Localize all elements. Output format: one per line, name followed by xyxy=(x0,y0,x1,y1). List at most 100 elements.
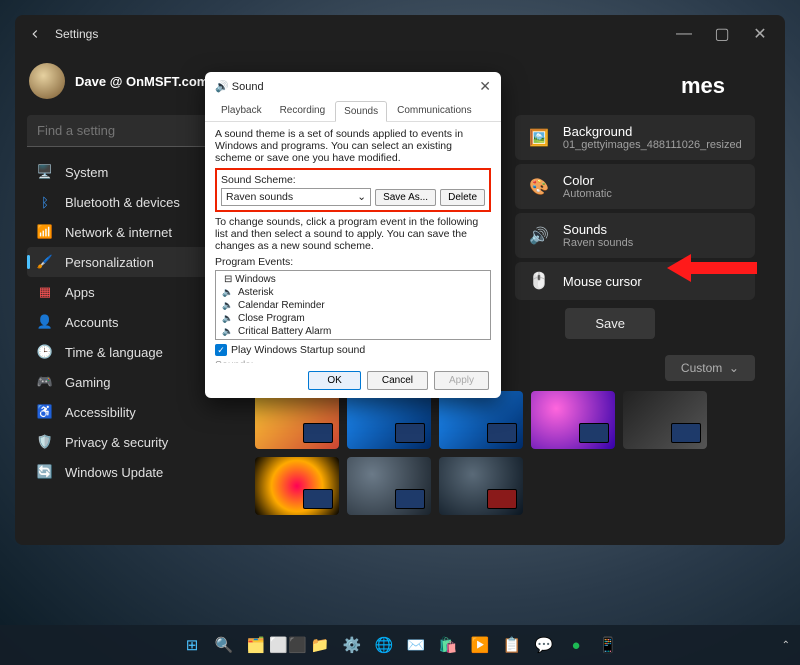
event-item[interactable]: ⊟ Windows xyxy=(218,273,488,286)
avatar xyxy=(29,63,65,99)
event-item[interactable]: Critical Stop xyxy=(218,338,488,340)
speaker-icon: 🔊 xyxy=(215,80,232,93)
edge-icon[interactable]: 🌐 xyxy=(371,632,397,658)
annotation-arrow xyxy=(667,248,757,288)
search-icon[interactable]: 🔍 xyxy=(211,632,237,658)
nav-icon: 🛡️ xyxy=(37,434,53,450)
cancel-button[interactable]: Cancel xyxy=(367,371,428,390)
tab-playback[interactable]: Playback xyxy=(213,101,270,121)
widgets-icon[interactable]: ⬜⬛ xyxy=(275,632,301,658)
theme-thumb[interactable] xyxy=(255,391,339,449)
taskview-icon[interactable]: 🗂️ xyxy=(243,632,269,658)
card-title: Color xyxy=(563,173,612,188)
sidebar-item-windows-update[interactable]: 🔄 Windows Update xyxy=(27,457,213,487)
nav-label: Windows Update xyxy=(65,465,163,480)
card-title: Sounds xyxy=(563,222,633,237)
nav-icon: 🕒 xyxy=(37,344,53,360)
taskbar: ⊞ 🔍 🗂️ ⬜⬛ 📁 ⚙️ 🌐 ✉️ 🛍️ ▶️ 📋 💬 ● 📱 ⌃ xyxy=(0,625,800,665)
maximize-button[interactable]: ▢ xyxy=(703,20,741,48)
theme-thumb[interactable] xyxy=(623,391,707,449)
nav-icon: 👤 xyxy=(37,314,53,330)
sidebar-item-time-language[interactable]: 🕒 Time & language xyxy=(27,337,213,367)
dialog-intro-text: A sound theme is a set of sounds applied… xyxy=(215,128,491,164)
nav-icon: ▦ xyxy=(37,284,53,300)
phone-icon[interactable]: 📱 xyxy=(595,632,621,658)
store-icon[interactable]: 🛍️ xyxy=(435,632,461,658)
spotify-icon[interactable]: ● xyxy=(563,632,589,658)
tab-communications[interactable]: Communications xyxy=(389,101,479,121)
sidebar-item-privacy-security[interactable]: 🛡️ Privacy & security xyxy=(27,427,213,457)
nav-icon: 🎮 xyxy=(37,374,53,390)
sidebar-item-bluetooth-devices[interactable]: ᛒ Bluetooth & devices xyxy=(27,187,213,217)
dialog-close-button[interactable]: ✕ xyxy=(479,78,491,95)
tab-sounds[interactable]: Sounds xyxy=(335,101,387,122)
startup-sound-checkbox[interactable]: ✓ Play Windows Startup sound xyxy=(215,344,491,356)
nav-label: Bluetooth & devices xyxy=(65,195,180,210)
event-item[interactable]: Critical Battery Alarm xyxy=(218,325,488,338)
dialog-title: Sound xyxy=(232,81,264,93)
card-icon: 🖱️ xyxy=(529,271,549,291)
theme-thumb[interactable] xyxy=(255,457,339,515)
event-item[interactable]: Close Program xyxy=(218,312,488,325)
settings-card-color[interactable]: 🎨ColorAutomatic xyxy=(515,164,755,209)
app-title: Settings xyxy=(49,27,98,41)
system-tray[interactable]: ⌃ xyxy=(782,640,790,651)
events-label: Program Events: xyxy=(215,256,491,268)
sidebar-item-apps[interactable]: ▦Apps xyxy=(27,277,213,307)
sidebar-item-gaming[interactable]: 🎮Gaming xyxy=(27,367,213,397)
app-icon[interactable]: 📋 xyxy=(499,632,525,658)
card-icon: 🔊 xyxy=(529,226,549,246)
app-icon[interactable]: ▶️ xyxy=(467,632,493,658)
ok-button[interactable]: OK xyxy=(308,371,360,390)
sidebar-item-personalization[interactable]: 🖌️ Personalization xyxy=(27,247,213,277)
back-button[interactable] xyxy=(21,20,49,48)
sidebar-item-network-internet[interactable]: 📶Network & internet xyxy=(27,217,213,247)
theme-thumb[interactable] xyxy=(347,457,431,515)
nav-label: Privacy & security xyxy=(65,435,168,450)
mail-icon[interactable]: ✉️ xyxy=(403,632,429,658)
start-button[interactable]: ⊞ xyxy=(179,632,205,658)
card-icon: 🖼️ xyxy=(529,128,549,148)
scheme-combo[interactable]: Raven sounds⌄ xyxy=(221,188,371,206)
settings-card-background[interactable]: 🖼️Background01_gettyimages_488111026_res… xyxy=(515,115,755,160)
settings-icon[interactable]: ⚙️ xyxy=(339,632,365,658)
nav-icon: 🔄 xyxy=(37,464,53,480)
theme-thumbnails xyxy=(255,391,755,515)
nav-label: System xyxy=(65,165,108,180)
nav-icon: ♿ xyxy=(37,404,53,420)
events-list[interactable]: ⊟ WindowsAsteriskCalendar ReminderClose … xyxy=(215,270,491,340)
nav-icon: 🖌️ xyxy=(37,254,53,270)
app-icon[interactable]: 💬 xyxy=(531,632,557,658)
sidebar-item-accessibility[interactable]: ♿Accessibility xyxy=(27,397,213,427)
tab-recording[interactable]: Recording xyxy=(272,101,334,121)
chevron-up-icon[interactable]: ⌃ xyxy=(782,640,790,651)
nav-icon: ᛒ xyxy=(37,194,53,210)
nav-label: Accounts xyxy=(65,315,118,330)
minimize-button[interactable]: — xyxy=(665,20,703,48)
sidebar: Dave @ OnMSFT.com 🖥️System ᛒ Bluetooth & d… xyxy=(15,53,225,545)
sidebar-item-system[interactable]: 🖥️System xyxy=(27,157,213,187)
event-item[interactable]: Asterisk xyxy=(218,286,488,299)
event-item[interactable]: Calendar Reminder xyxy=(218,299,488,312)
user-profile[interactable]: Dave @ OnMSFT.com xyxy=(27,59,213,115)
username: Dave @ OnMSFT.com xyxy=(75,74,208,89)
sidebar-item-accounts[interactable]: 👤 Accounts xyxy=(27,307,213,337)
theme-thumb[interactable] xyxy=(531,391,615,449)
search-input[interactable] xyxy=(27,115,213,147)
close-window-button[interactable]: ✕ xyxy=(741,20,779,48)
delete-button[interactable]: Delete xyxy=(440,189,485,206)
theme-thumb[interactable] xyxy=(439,457,523,515)
save-as-button[interactable]: Save As... xyxy=(375,189,436,206)
theme-thumb[interactable] xyxy=(347,391,431,449)
nav-label: Personalization xyxy=(65,255,154,270)
explorer-icon[interactable]: 📁 xyxy=(307,632,333,658)
sound-dialog: 🔊 Sound ✕ PlaybackRecordingSoundsCommuni… xyxy=(205,72,501,398)
nav-label: Time & language xyxy=(65,345,163,360)
change-sounds-text: To change sounds, click a program event … xyxy=(215,216,491,252)
card-title: Background xyxy=(563,124,742,139)
nav-icon: 📶 xyxy=(37,224,53,240)
save-button[interactable]: Save xyxy=(565,308,655,339)
dialog-tabs: PlaybackRecordingSoundsCommunications xyxy=(205,101,501,122)
theme-thumb[interactable] xyxy=(439,391,523,449)
custom-dropdown[interactable]: Custom ⌄ xyxy=(665,355,755,381)
